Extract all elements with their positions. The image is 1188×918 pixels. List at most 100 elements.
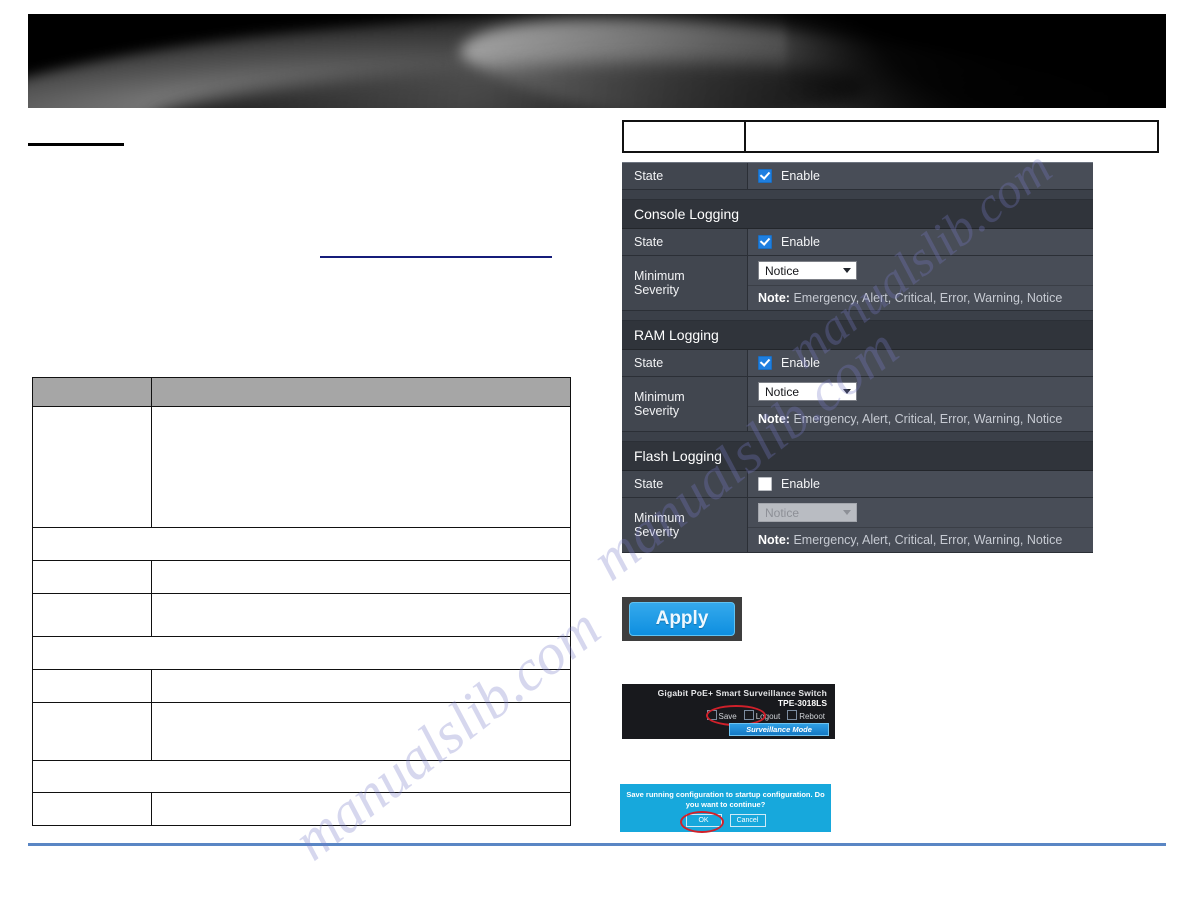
- flash-logging-state-checkbox[interactable]: [758, 477, 772, 491]
- ram-logging-severity-row: Minimum Severity Notice Note: Emergency, Al…: [622, 377, 1093, 432]
- table-row: [32, 636, 571, 670]
- logout-action-label: Logout: [755, 712, 781, 721]
- table-cell-description: [151, 560, 571, 594]
- table-cell-name: [32, 593, 152, 637]
- console-logging-severity-value: Notice Note: Emergency, Alert, Critical, …: [748, 256, 1093, 310]
- table-row: [32, 560, 571, 594]
- severity-selected-value: Notice: [765, 505, 800, 520]
- severity-label-line2: Severity: [634, 525, 680, 539]
- panel-spacer: [622, 432, 1093, 442]
- note-text: Emergency, Alert, Critical, Error, Warni…: [793, 533, 1063, 547]
- console-logging-severity-label: Minimum Severity: [622, 256, 748, 310]
- device-actions: Save Logout Reboot: [622, 705, 835, 726]
- note-text: Emergency, Alert, Critical, Error, Warni…: [793, 412, 1063, 426]
- table-cell-description: [151, 702, 571, 761]
- apply-button[interactable]: Apply: [629, 602, 735, 636]
- save-dialog-message: Save running configuration to startup co…: [626, 789, 825, 809]
- flash-logging-severity-value: Notice Note: Emergency, Alert, Critical, …: [748, 498, 1093, 552]
- ram-logging-severity-note: Note: Emergency, Alert, Critical, Error,…: [748, 406, 1093, 431]
- save-dialog-buttons: OK Cancel: [679, 810, 766, 833]
- table-cell-description: [151, 792, 571, 826]
- device-model: TPE-3018LS: [777, 698, 827, 708]
- section-heading-underline: [28, 143, 124, 146]
- reboot-action-label: Reboot: [799, 712, 825, 721]
- note-prefix: Note:: [758, 533, 790, 547]
- console-logging-state-row: State Enable: [622, 229, 1093, 256]
- ram-logging-severity-label: Minimum Severity: [622, 377, 748, 431]
- ram-logging-state-value: Enable: [748, 350, 1093, 376]
- ram-logging-state-label: State: [622, 350, 748, 376]
- severity-label-line2: Severity: [634, 283, 680, 297]
- severity-selected-value: Notice: [765, 263, 800, 278]
- logout-icon: [743, 710, 754, 720]
- console-logging-state-checkbox-label: Enable: [781, 235, 820, 249]
- flash-logging-severity-note: Note: Emergency, Alert, Critical, Error,…: [748, 527, 1093, 552]
- global-state-value: Enable: [748, 163, 1093, 189]
- console-logging-state-label: State: [622, 229, 748, 255]
- table-row: [32, 669, 571, 703]
- console-logging-state-value: Enable: [748, 229, 1093, 255]
- table-cell-name: [32, 560, 152, 594]
- console-logging-severity-row: Minimum Severity Notice Note: Emergency, Al…: [622, 256, 1093, 311]
- severity-label-line1: Minimum: [634, 269, 685, 283]
- table-header-cell: [32, 377, 152, 407]
- chevron-down-icon: [843, 510, 851, 515]
- table-cell-description: [151, 406, 571, 528]
- reboot-icon: [787, 710, 798, 720]
- product-banner-image: [28, 14, 1166, 108]
- severity-label-line2: Severity: [634, 404, 680, 418]
- caption-cell-right: [746, 122, 1157, 151]
- system-log-settings-panel: State Enable Console Logging State Enable M…: [622, 162, 1093, 553]
- section-header-ram-logging: RAM Logging: [622, 321, 1093, 350]
- flash-logging-severity-select: Notice: [758, 503, 857, 522]
- flash-logging-state-row: State Enable: [622, 471, 1093, 498]
- note-prefix: Note:: [758, 412, 790, 426]
- severity-label-line1: Minimum: [634, 390, 685, 404]
- global-state-checkbox-label: Enable: [781, 169, 820, 183]
- parameter-description-table: [32, 377, 571, 826]
- flash-logging-state-label: State: [622, 471, 748, 497]
- table-row: [32, 527, 571, 561]
- flash-logging-severity-row: Minimum Severity Notice Note: Emergency, Al…: [622, 498, 1093, 553]
- global-state-label: State: [622, 163, 748, 189]
- ram-logging-state-checkbox-label: Enable: [781, 356, 820, 370]
- save-dialog-cancel-button[interactable]: Cancel: [729, 813, 766, 827]
- ram-logging-state-checkbox[interactable]: [758, 356, 772, 370]
- global-state-checkbox[interactable]: [758, 169, 772, 183]
- save-confirm-dialog: Save running configuration to startup co…: [620, 784, 831, 833]
- footer-divider: [28, 843, 1166, 846]
- save-icon: [706, 710, 717, 720]
- console-logging-state-checkbox[interactable]: [758, 235, 772, 249]
- console-logging-severity-select[interactable]: Notice: [758, 261, 857, 280]
- table-row: [32, 593, 571, 637]
- table-row: [32, 702, 571, 761]
- table-header-cell: [151, 377, 571, 407]
- flash-logging-severity-label: Minimum Severity: [622, 498, 748, 552]
- note-prefix: Note:: [758, 291, 790, 305]
- panel-spacer: [622, 190, 1093, 200]
- severity-label-line1: Minimum: [634, 511, 685, 525]
- section-header-flash-logging: Flash Logging: [622, 442, 1093, 471]
- note-text: Emergency, Alert, Critical, Error, Warni…: [793, 291, 1063, 305]
- reboot-action[interactable]: Reboot: [787, 710, 825, 721]
- chevron-down-icon: [843, 389, 851, 394]
- surveillance-mode-button[interactable]: Surveillance Mode: [729, 723, 829, 736]
- save-dialog-ok-button[interactable]: OK: [685, 813, 722, 827]
- save-action[interactable]: Save: [706, 710, 737, 721]
- table-cell-name: [32, 669, 152, 703]
- right-content-column: State Enable Console Logging State Enable M…: [622, 120, 1167, 553]
- table-cell-span: [32, 636, 571, 670]
- logout-action[interactable]: Logout: [743, 710, 781, 721]
- device-product-name: Gigabit PoE+ Smart Surveillance Switch: [657, 688, 827, 698]
- ram-logging-state-row: State Enable: [622, 350, 1093, 377]
- table-cell-span: [32, 760, 571, 793]
- table-cell-name: [32, 406, 152, 528]
- screenshot-caption-table: [622, 120, 1159, 153]
- chevron-down-icon: [843, 268, 851, 273]
- apply-button-screenshot: Apply: [622, 597, 742, 641]
- inline-link-underline: [320, 256, 552, 258]
- table-row: [32, 406, 571, 528]
- ram-logging-severity-select[interactable]: Notice: [758, 382, 857, 401]
- table-cell-description: [151, 669, 571, 703]
- section-header-console-logging: Console Logging: [622, 200, 1093, 229]
